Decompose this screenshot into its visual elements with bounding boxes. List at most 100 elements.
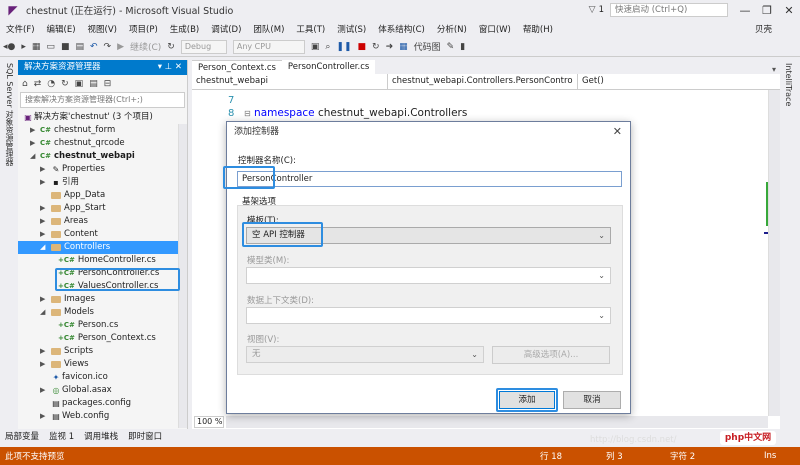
tree-item-file[interactable]: +C# Person_Context.cs [58,332,156,345]
tab-call-stack[interactable]: 调用堆栈 [79,430,123,442]
model-class-select[interactable]: ⌄ [246,267,611,284]
minimize-button[interactable]: — [734,4,756,17]
tree-item-project[interactable]: ▶ C# chestnut_form [30,124,115,137]
properties-icon[interactable]: ▤ [89,79,98,89]
collapse-box-icon[interactable]: ⊟ [244,109,251,118]
save-icon[interactable]: ■ [58,42,73,52]
menu-window[interactable]: 窗口(W) [473,23,517,35]
tree-item-folder[interactable]: ▶ Areas [40,215,88,228]
menu-file[interactable]: 文件(F) [0,23,41,35]
restore-button[interactable]: ❐ [756,4,778,17]
tab-person-controller[interactable]: PersonController.cs [281,60,376,74]
menu-tools[interactable]: 工具(T) [290,23,331,35]
attach-icon[interactable]: ▣ [308,42,323,52]
intellitrace-tab[interactable]: IntelliTrace [784,63,793,106]
tree-item-folder[interactable]: ▶ Images [40,293,95,306]
refresh-icon[interactable]: ↻ [164,42,178,52]
collapse-arrow-icon[interactable]: ◢ [40,306,50,319]
home-icon[interactable]: ⌂ [22,79,28,89]
expand-arrow-icon[interactable]: ▶ [30,124,40,137]
menu-test[interactable]: 测试(S) [331,23,372,35]
tree-item-project[interactable]: ▶ C# chestnut_qrcode [30,137,125,150]
refresh-tree-icon[interactable]: ↻ [61,79,69,89]
platform-select[interactable]: Any CPU [232,39,305,54]
member-nav-select[interactable]: Get() [578,74,764,89]
tree-item-file[interactable]: +C# HomeController.cs [58,254,156,267]
editor-horizontal-scrollbar[interactable] [226,416,768,428]
stop-icon[interactable]: ■ [355,42,370,52]
expand-arrow-icon[interactable]: ▶ [40,163,50,176]
tree-item-folder[interactable]: ▶ ▪ 引用 [40,176,79,189]
notification-count[interactable]: 1 [599,5,604,15]
expand-arrow-icon[interactable]: ▶ [40,384,50,397]
redo-icon[interactable]: ↷ [101,42,115,52]
save-all-icon[interactable]: ▤ [72,42,87,52]
tree-item-file[interactable]: +C# Person.cs [58,319,118,332]
data-context-select[interactable]: ⌄ [246,307,611,324]
menu-build[interactable]: 生成(B) [164,23,205,35]
expand-arrow-icon[interactable]: ▶ [40,410,50,423]
expand-arrow-icon[interactable]: ▶ [40,215,50,228]
tab-person-context[interactable]: Person_Context.cs [192,60,282,74]
zoom-level[interactable]: 100 % [194,416,224,428]
new-project-icon[interactable]: ▦ [29,42,44,52]
step-icon[interactable]: ➜ [383,42,397,52]
tab-watch[interactable]: 监视 1 [44,430,79,442]
expand-arrow-icon[interactable]: ▶ [40,345,50,358]
pin-icon[interactable]: ▾ ⊥ ✕ [158,60,182,75]
tree-item-folder[interactable]: ▶ Content [40,228,98,241]
preview-icon[interactable]: ⊟ [104,79,112,89]
tree-item-folder[interactable]: ▶ App_Start [40,202,106,215]
tree-item-folder[interactable]: ▶ Views [40,358,89,371]
expand-arrow-icon[interactable]: ▶ [30,137,40,150]
bookmark-icon[interactable]: ▮ [457,42,468,52]
tree-item-file[interactable]: ✦ favicon.ico [50,371,108,384]
tools-icon[interactable]: ✎ [444,42,458,52]
tree-item-folder[interactable]: ▶ ✎ Properties [40,163,105,176]
class-nav-select[interactable]: chestnut_webapi.Controllers.PersonContro [388,74,578,89]
close-icon[interactable]: ✕ [613,125,622,138]
user-name[interactable]: 贝壳 [755,23,772,35]
restart-icon[interactable]: ↻ [369,42,383,52]
tab-close-icon[interactable]: ▾ [772,65,776,74]
expand-arrow-icon[interactable]: ▶ [40,176,50,189]
tab-locals[interactable]: 局部变量 [0,430,44,442]
continue-button[interactable]: 继续(C) [127,40,164,53]
config-select[interactable]: Debug [180,39,227,54]
tab-immediate[interactable]: 即时窗口 [123,430,167,442]
code-map-button[interactable]: 代码图 [411,40,444,53]
code-map-icon[interactable]: ▦ [396,42,411,52]
menu-help[interactable]: 帮助(H) [517,23,559,35]
tree-item-solution[interactable]: ▣ 解决方案'chestnut' (3 个项目) [22,111,153,124]
quick-launch-input[interactable]: 快速启动 (Ctrl+Q) [610,3,728,17]
view-select[interactable]: 无 ⌄ [246,346,484,363]
menu-project[interactable]: 项目(P) [123,23,164,35]
project-nav-select[interactable]: chestnut_webapi [192,74,388,89]
expand-arrow-icon[interactable]: ▶ [40,293,50,306]
collapse-icon[interactable]: ▣ [75,79,84,89]
menu-team[interactable]: 团队(M) [247,23,290,35]
undo-icon[interactable]: ↶ [87,42,101,52]
tree-item-folder[interactable]: App_Data [50,189,105,202]
expand-arrow-icon[interactable]: ▶ [40,358,50,371]
menu-edit[interactable]: 编辑(E) [41,23,82,35]
menu-analyze[interactable]: 分析(N) [431,23,473,35]
tree-item-controllers-selected[interactable]: ◢ Controllers [18,241,178,254]
editor-vertical-scrollbar[interactable] [768,90,780,416]
expand-arrow-icon[interactable]: ▶ [40,228,50,241]
tree-item-file[interactable]: ▶ ◎ Global.asax [40,384,112,397]
advanced-options-button[interactable]: 高级选项(A)... [492,346,610,364]
sql-server-explorer-tab[interactable]: SQL Server 对象资源管理器 [4,63,15,166]
menu-debug[interactable]: 调试(D) [205,23,247,35]
find-icon[interactable]: ⌕ [322,42,333,52]
collapse-arrow-icon[interactable]: ◢ [40,241,50,254]
close-button[interactable]: ✕ [778,4,800,17]
controller-name-input[interactable]: PersonController [237,171,622,187]
tree-item-folder[interactable]: ▶ Scripts [40,345,93,358]
collapse-arrow-icon[interactable]: ◢ [30,150,40,163]
tree-item-file[interactable]: ▶ ▤ Web.config [40,410,109,423]
tree-item-file[interactable]: ▤ packages.config [50,397,131,410]
filter-tree-icon[interactable]: ◔ [47,79,55,89]
play-icon[interactable]: ▶ [114,42,127,52]
forward-icon[interactable]: ▸ [18,42,29,52]
